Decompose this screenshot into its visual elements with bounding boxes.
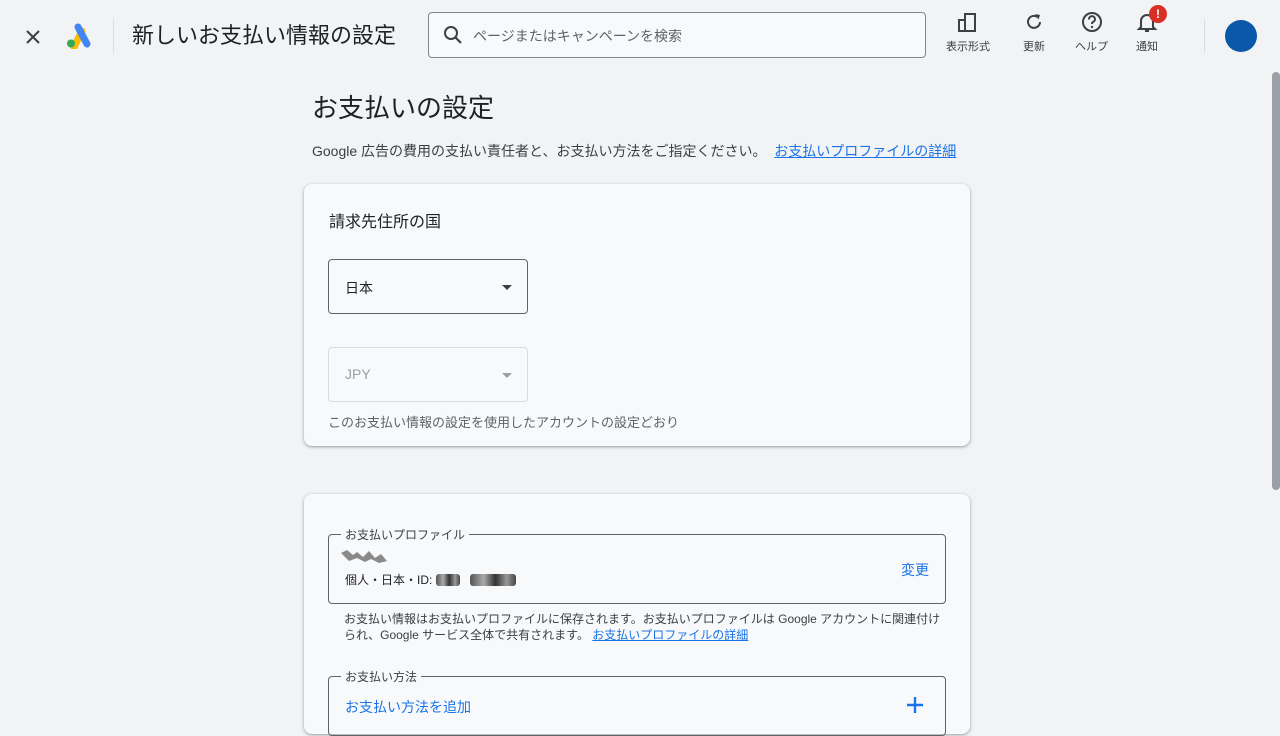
change-profile-button[interactable]: 変更 xyxy=(901,560,929,580)
dropdown-arrow-icon xyxy=(502,285,512,290)
search-input[interactable] xyxy=(471,13,915,59)
currency-select: JPY xyxy=(328,347,528,402)
header-divider xyxy=(113,19,114,53)
close-button[interactable] xyxy=(22,26,44,48)
profile-meta: 個人・日本・ID: xyxy=(345,571,517,588)
refresh-icon xyxy=(1022,10,1046,34)
profile-details-link[interactable]: お支払いプロファイルの詳細 xyxy=(774,143,956,159)
refresh-button[interactable]: 更新 xyxy=(1022,10,1046,54)
billing-country-title: 請求先住所の国 xyxy=(329,214,442,231)
scrollbar[interactable] xyxy=(1272,72,1280,490)
payment-method-legend: お支払い方法 xyxy=(341,668,422,685)
redacted-id-part xyxy=(436,573,461,586)
appearance-button[interactable]: 表示形式 xyxy=(946,10,990,54)
billing-country-card: 請求先住所の国 日本 JPY このお支払い情報の設定を使用したアカウントの設定ど… xyxy=(304,184,970,446)
section-heading: お支払いの設定 xyxy=(312,93,495,123)
redacted-name xyxy=(341,550,387,563)
intro-text: Google 広告の費用の支払い責任者と、お支払い方法をご指定ください。 お支払… xyxy=(312,141,956,161)
redacted-id-part xyxy=(470,573,517,586)
notification-badge: ! xyxy=(1149,5,1167,23)
payment-method-field: お支払い方法 お支払い方法を追加 xyxy=(328,668,946,736)
appearance-icon xyxy=(956,10,980,34)
country-select[interactable]: 日本 xyxy=(328,259,528,314)
help-label: ヘルプ xyxy=(1075,41,1108,53)
intro-description: Google 広告の費用の支払い責任者と、お支払い方法をご指定ください。 xyxy=(312,143,767,159)
refresh-label: 更新 xyxy=(1023,41,1045,53)
notifications-label: 通知 xyxy=(1136,41,1158,53)
page-title: 新しいお支払い情報の設定 xyxy=(132,23,397,48)
profile-note-link[interactable]: お支払いプロファイルの詳細 xyxy=(592,628,748,642)
help-button[interactable]: ヘルプ xyxy=(1075,10,1108,54)
close-icon xyxy=(26,30,40,44)
top-app-bar: 新しいお支払い情報の設定 表示形式 更新 xyxy=(0,0,1280,72)
help-icon xyxy=(1080,10,1104,34)
appearance-label: 表示形式 xyxy=(946,41,990,53)
currency-hint: このお支払い情報の設定を使用したアカウントの設定どおり xyxy=(328,415,680,430)
google-ads-logo-icon xyxy=(67,23,91,49)
avatar[interactable] xyxy=(1225,20,1257,52)
profile-note: お支払い情報はお支払いプロファイルに保存されます。お支払いプロファイルは Goo… xyxy=(344,611,944,643)
dropdown-arrow-icon xyxy=(502,373,512,378)
payment-profile-field: お支払いプロファイル 個人・日本・ID: 変更 xyxy=(328,526,946,604)
country-value: 日本 xyxy=(345,280,373,296)
add-payment-method-button[interactable]: お支払い方法を追加 xyxy=(345,697,471,717)
profile-meta-text: 個人・日本・ID: xyxy=(345,573,433,587)
payment-profile-legend: お支払いプロファイル xyxy=(341,526,470,543)
header-divider-right xyxy=(1204,19,1205,53)
payment-profile-card: お支払いプロファイル 個人・日本・ID: 変更 お支払い情報はお支払いプロファイ… xyxy=(304,494,970,736)
search-icon xyxy=(444,26,462,44)
plus-icon[interactable] xyxy=(905,695,925,715)
search-box[interactable] xyxy=(428,12,926,59)
currency-value: JPY xyxy=(345,366,371,382)
